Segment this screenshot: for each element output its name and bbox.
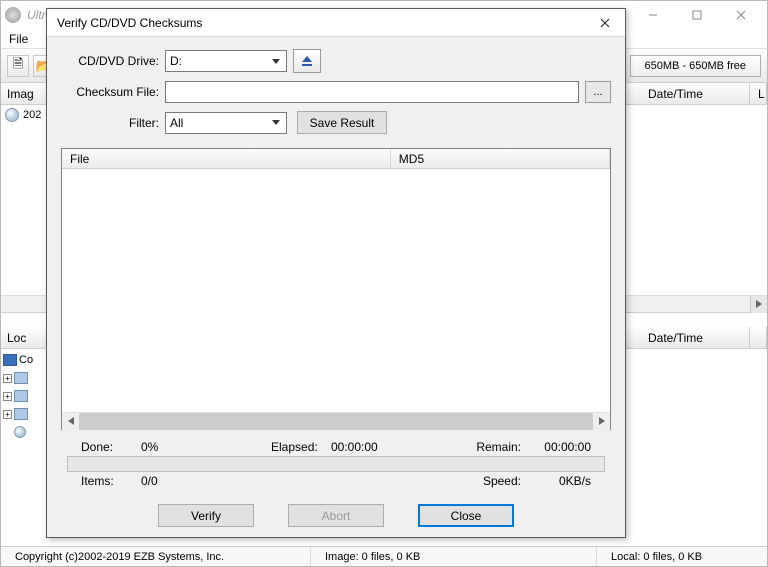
speed-value: 0KB/s: [521, 474, 591, 488]
drive-icon: [14, 408, 28, 420]
remain-label: Remain:: [461, 440, 521, 454]
speed-label: Speed:: [461, 474, 521, 488]
status-copyright: Copyright (c)2002-2019 EZB Systems, Inc.: [1, 547, 311, 566]
eject-button[interactable]: [293, 49, 321, 73]
elapsed-label: Elapsed:: [271, 440, 331, 454]
menu-file[interactable]: File: [9, 32, 28, 46]
status-bar: Copyright (c)2002-2019 EZB Systems, Inc.…: [1, 546, 767, 566]
image-tree-item[interactable]: 202: [1, 105, 48, 125]
verify-checksums-dialog: Verify CD/DVD Checksums CD/DVD Drive: D:: [46, 8, 626, 538]
save-result-button[interactable]: Save Result: [297, 111, 387, 134]
remain-value: 00:00:00: [521, 440, 591, 454]
tree-node[interactable]: [3, 423, 48, 441]
filter-label: Filter:: [61, 116, 165, 130]
dialog-close-button[interactable]: [585, 9, 625, 37]
list-header: File MD5: [62, 149, 610, 169]
drive-combo[interactable]: D:: [165, 50, 287, 72]
close-window-button[interactable]: [719, 1, 763, 29]
drive-label: CD/DVD Drive:: [61, 54, 165, 68]
list-col-file[interactable]: File: [62, 149, 391, 168]
list-rows: [62, 169, 610, 412]
scroll-right-icon[interactable]: [750, 296, 767, 313]
elapsed-value: 00:00:00: [331, 440, 401, 454]
dialog-titlebar: Verify CD/DVD Checksums: [47, 9, 625, 37]
local-tab[interactable]: Loc: [1, 327, 48, 349]
new-file-icon[interactable]: 🗎: [7, 55, 29, 77]
app-icon: [5, 7, 21, 23]
col-datetime[interactable]: Date/Time: [640, 327, 750, 348]
scroll-left-icon[interactable]: [62, 413, 79, 430]
tree-node[interactable]: +: [3, 387, 48, 405]
list-hscrollbar[interactable]: [62, 412, 610, 429]
done-value: 0%: [141, 440, 211, 454]
col-extra[interactable]: [750, 327, 767, 348]
filter-combo[interactable]: All: [165, 112, 287, 134]
filter-value: All: [170, 116, 183, 130]
tree-root[interactable]: Co: [3, 351, 48, 369]
image-tab[interactable]: Imag: [1, 83, 48, 105]
eject-icon: [300, 55, 314, 67]
col-datetime[interactable]: Date/Time: [640, 83, 750, 104]
minimize-button[interactable]: [631, 1, 675, 29]
status-local: Local: 0 files, 0 KB: [597, 547, 767, 566]
expand-icon[interactable]: +: [3, 410, 12, 419]
status-image: Image: 0 files, 0 KB: [311, 547, 597, 566]
tree-node[interactable]: +: [3, 369, 48, 387]
chevron-down-icon: [268, 114, 284, 132]
expand-icon[interactable]: +: [3, 374, 12, 383]
checksum-file-label: Checksum File:: [61, 85, 165, 99]
close-button[interactable]: Close: [418, 504, 514, 527]
abort-button: Abort: [288, 504, 384, 527]
tree-node[interactable]: +: [3, 405, 48, 423]
expand-icon[interactable]: +: [3, 392, 12, 401]
tree-root-label: Co: [19, 354, 33, 366]
result-list: File MD5: [61, 148, 611, 430]
items-label: Items:: [81, 474, 141, 488]
disc-icon: [14, 426, 26, 438]
image-tree-label: 202: [23, 109, 41, 121]
done-label: Done:: [81, 440, 141, 454]
col-extra[interactable]: L: [750, 83, 767, 104]
drive-icon: [14, 372, 28, 384]
chevron-down-icon: [268, 52, 284, 70]
browse-button[interactable]: ...: [585, 81, 611, 103]
items-value: 0/0: [141, 474, 211, 488]
disc-size-indicator[interactable]: 650MB - 650MB free: [630, 55, 762, 77]
drive-value: D:: [170, 54, 182, 68]
progress-bar: [67, 456, 605, 472]
computer-icon: [3, 354, 17, 366]
disc-icon: [5, 108, 19, 122]
local-tree: Co + + +: [1, 349, 48, 441]
list-col-md5[interactable]: MD5: [391, 149, 610, 168]
scroll-thumb[interactable]: [79, 413, 593, 430]
drive-icon: [14, 390, 28, 402]
maximize-button[interactable]: [675, 1, 719, 29]
dialog-title: Verify CD/DVD Checksums: [57, 16, 585, 30]
verify-button[interactable]: Verify: [158, 504, 254, 527]
scroll-right-icon[interactable]: [593, 413, 610, 430]
checksum-file-input[interactable]: [165, 81, 579, 103]
